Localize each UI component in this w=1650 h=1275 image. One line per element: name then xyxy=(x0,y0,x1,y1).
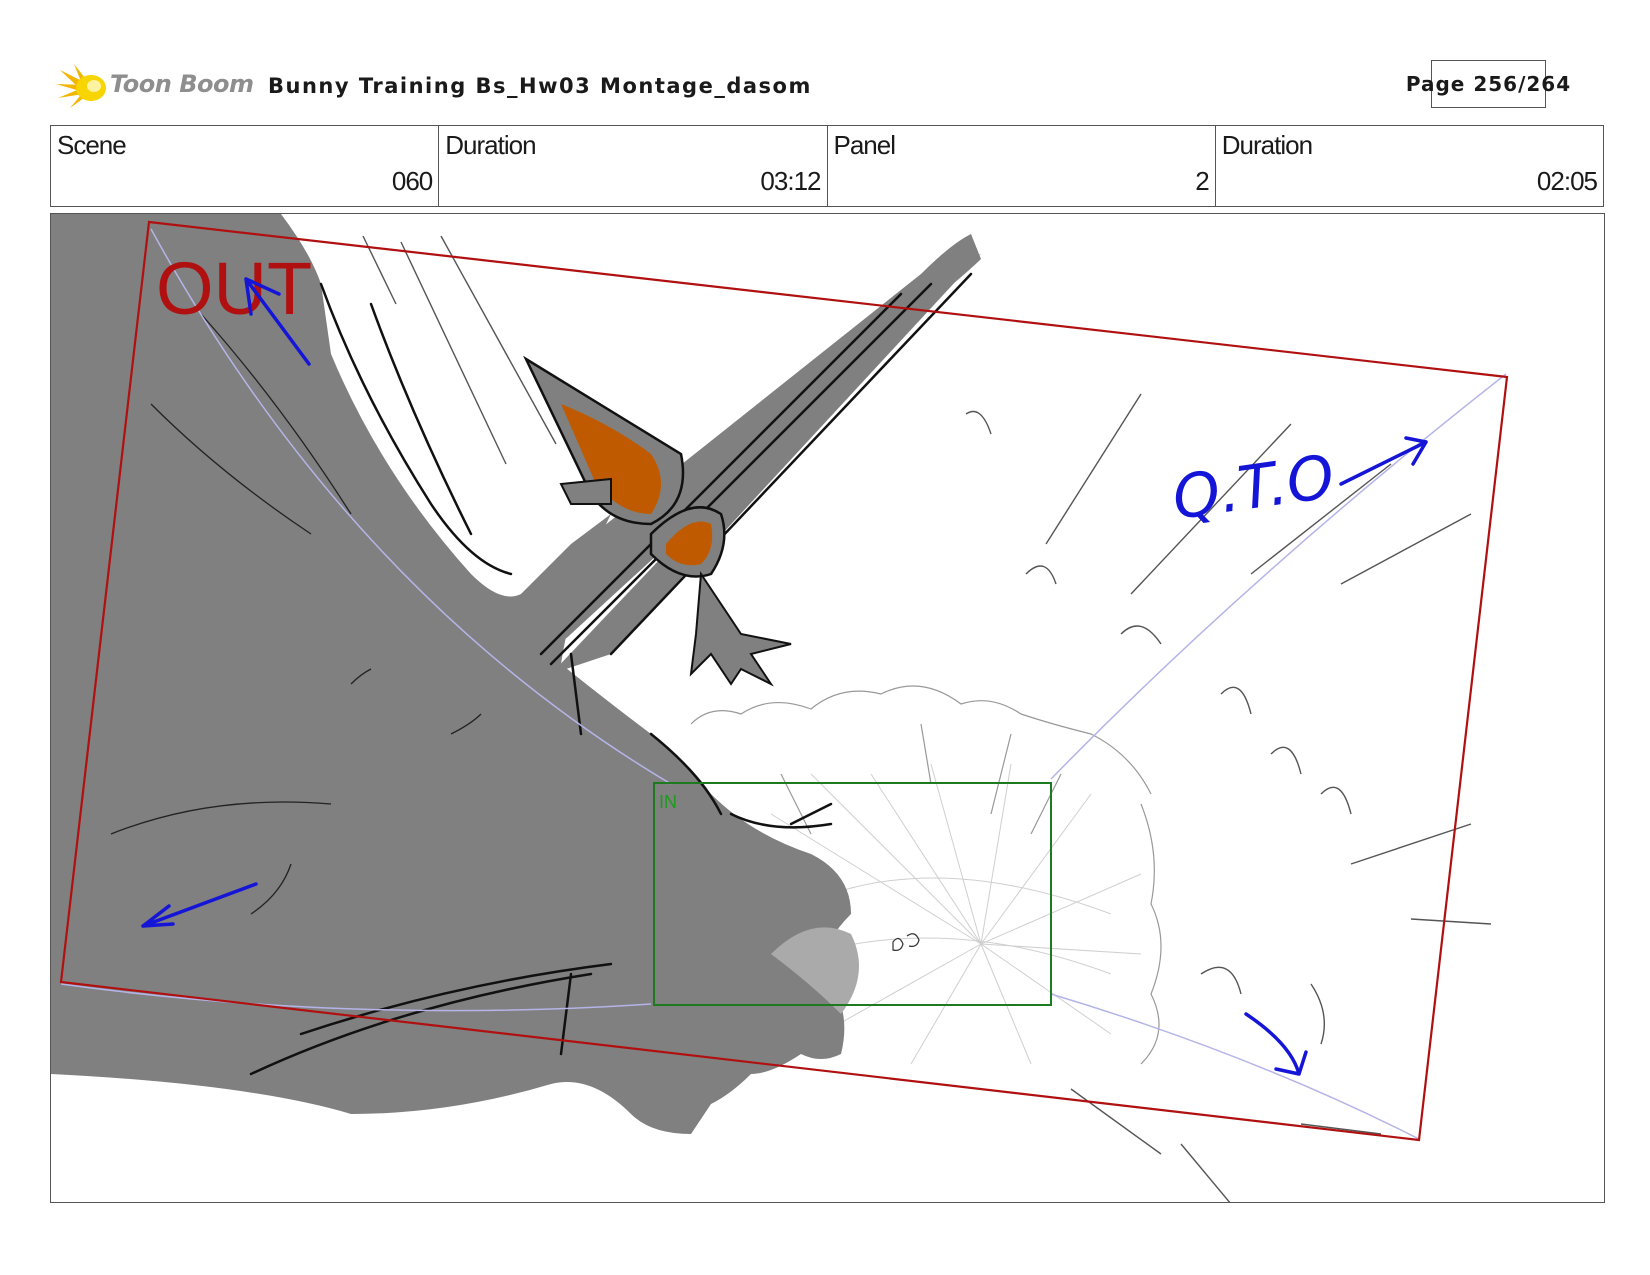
logo-wordmark: Toon Boom xyxy=(110,70,254,98)
panel-value: 2 xyxy=(1195,166,1210,196)
panel-duration-value: 02:05 xyxy=(1536,166,1598,196)
scene-cell: Scene 060 xyxy=(51,126,438,206)
panel-label: Panel xyxy=(833,130,896,160)
scene-duration-cell: Duration 03:12 xyxy=(438,126,826,206)
toon-boom-logo: Toon Boom xyxy=(54,60,254,114)
scene-value: 060 xyxy=(391,166,433,196)
scene-label: Scene xyxy=(57,130,127,160)
out-frame-label: OUT xyxy=(156,247,312,330)
in-frame-label: IN xyxy=(659,792,677,812)
panel-duration-label: Duration xyxy=(1221,130,1313,160)
storyboard-sketch: OUT IN Q.T.O xyxy=(51,214,1604,1202)
panel-cell: Panel 2 xyxy=(826,126,1215,206)
storyboard-panel: OUT IN Q.T.O xyxy=(50,213,1605,1203)
panel-duration-cell: Duration 02:05 xyxy=(1214,126,1603,206)
page-indicator: Page 256/264 xyxy=(1406,60,1570,108)
scene-info-table: Scene 060 Duration 03:12 Panel 2 Duratio… xyxy=(50,125,1604,207)
scene-duration-label: Duration xyxy=(445,130,536,160)
scene-duration-value: 03:12 xyxy=(760,166,821,196)
document-title: Bunny Training Bs_Hw03 Montage_dasom xyxy=(268,74,812,98)
starburst-logo-icon xyxy=(56,64,106,108)
